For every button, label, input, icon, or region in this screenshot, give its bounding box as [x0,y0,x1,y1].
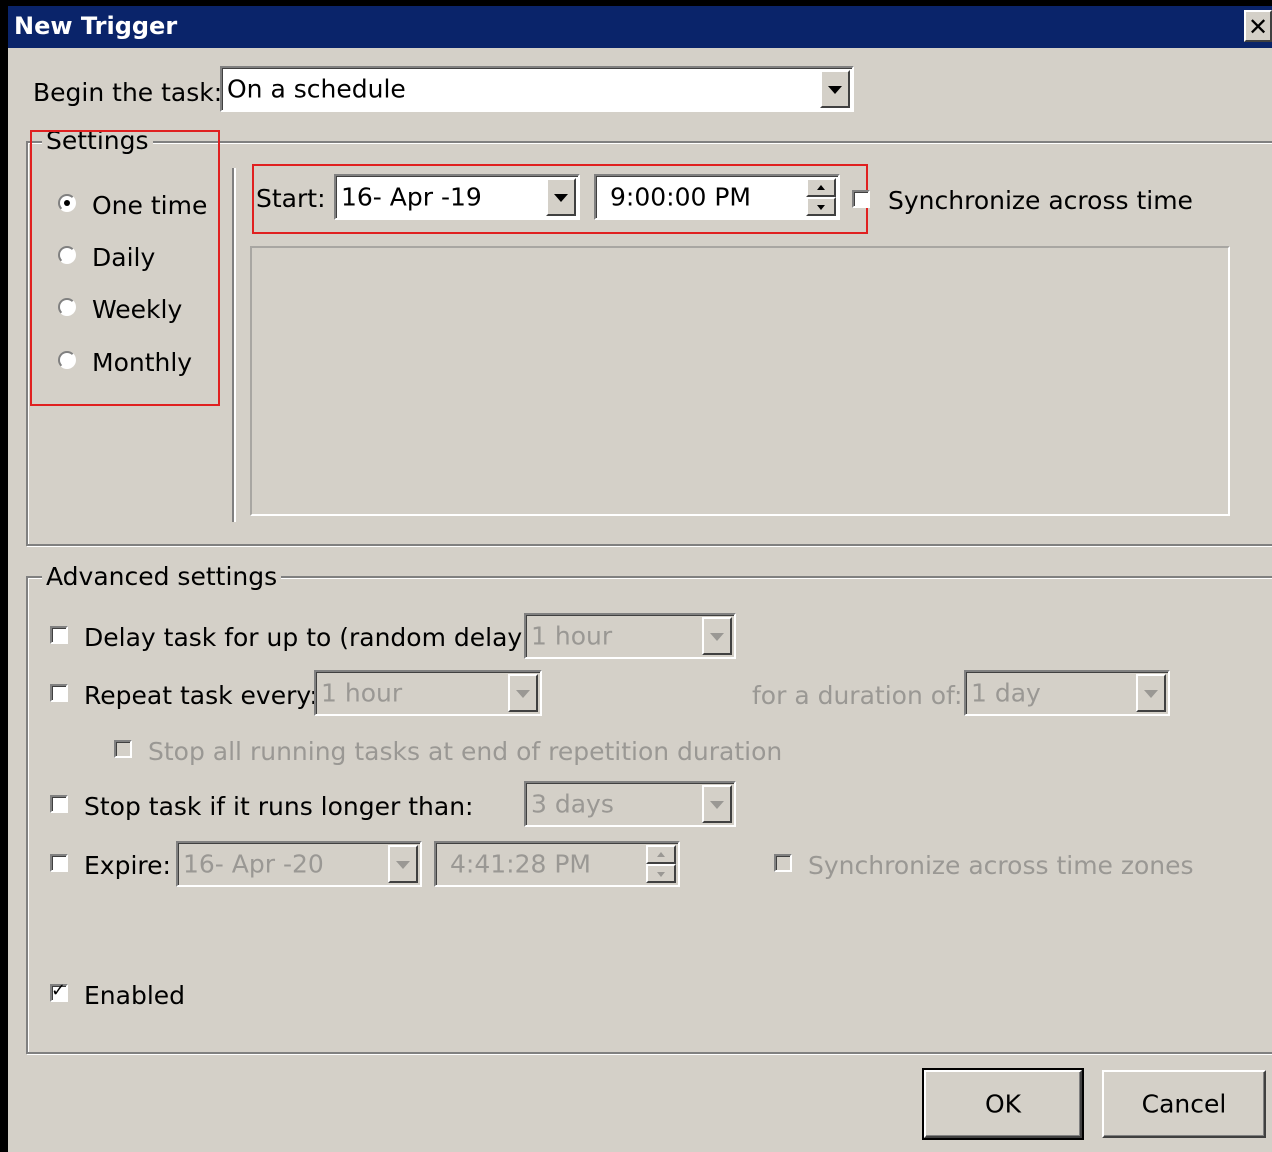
delay-combo[interactable]: 1 hour [524,613,736,659]
expire-date-value: 16- Apr -20 [183,849,324,879]
duration-combo[interactable]: 1 day [964,670,1170,716]
begin-task-combo[interactable]: On a schedule [220,66,854,112]
repeat-value: 1 hour [321,678,403,708]
expire-date-picker[interactable]: 16- Apr -20 [176,841,422,887]
stop-longer-label[interactable]: Stop task if it runs longer than: [84,792,473,821]
repeat-label[interactable]: Repeat task every: [84,681,318,710]
chevron-down-icon[interactable] [702,785,732,823]
chevron-down-icon[interactable] [702,617,732,655]
cancel-button[interactable]: Cancel [1102,1070,1266,1138]
expire-checkbox[interactable] [50,854,68,872]
stop-longer-value: 3 days [531,789,614,819]
delay-value: 1 hour [531,621,613,651]
sync-zones-label[interactable]: Synchronize across time zones [808,851,1194,880]
check-icon: ✓ [51,980,67,1001]
begin-task-value: On a schedule [227,74,406,104]
enabled-checkbox[interactable]: ✓ [50,980,68,1002]
sync-time-checkbox[interactable] [852,190,870,208]
highlight-box-start [252,164,868,234]
schedule-detail-panel [250,246,1230,516]
stop-longer-combo[interactable]: 3 days [524,781,736,827]
calendar-dropdown-icon[interactable] [388,845,418,883]
delay-label[interactable]: Delay task for up to (random delay): [84,623,540,652]
title-bar[interactable]: New Trigger ✕ [8,6,1272,48]
advanced-settings-legend: Advanced settings [42,562,282,591]
settings-divider [232,168,236,522]
sync-time-label[interactable]: Synchronize across time [888,186,1193,215]
repeat-checkbox[interactable] [50,684,68,702]
chevron-down-icon[interactable] [508,674,538,712]
delay-checkbox[interactable] [50,626,68,644]
ok-button[interactable]: OK [922,1068,1084,1140]
spin-up-icon[interactable] [646,845,676,864]
new-trigger-dialog: New Trigger ✕ Begin the task: On a sched… [0,0,1272,1152]
spin-down-icon[interactable] [646,864,676,883]
stop-all-label[interactable]: Stop all running tasks at end of repetit… [148,737,782,766]
close-button[interactable]: ✕ [1244,10,1272,42]
expire-time-spinner[interactable] [646,845,676,883]
chevron-down-icon[interactable] [820,70,850,108]
expire-time-picker[interactable]: 4:41:28 PM [434,841,680,887]
close-icon: ✕ [1247,13,1269,41]
stop-all-checkbox[interactable] [114,740,132,758]
expire-time-value: 4:41:28 PM [450,849,591,879]
duration-label: for a duration of: [752,681,963,710]
highlight-box-schedule-options [30,130,220,406]
stop-longer-checkbox[interactable] [50,795,68,813]
sync-zones-checkbox[interactable] [774,854,792,872]
duration-value: 1 day [971,678,1041,708]
expire-label[interactable]: Expire: [84,851,171,880]
enabled-label[interactable]: Enabled [84,981,185,1010]
chevron-down-icon[interactable] [1136,674,1166,712]
dialog-title: New Trigger [14,12,178,40]
repeat-combo[interactable]: 1 hour [314,670,542,716]
begin-task-label: Begin the task: [33,78,223,107]
